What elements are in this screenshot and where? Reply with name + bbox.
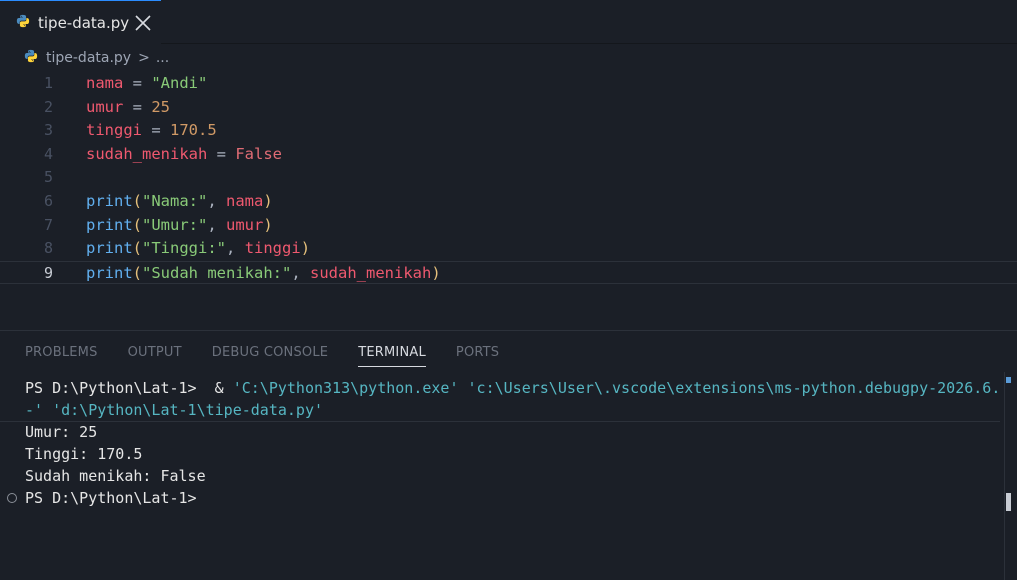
terminal-arg: 'd:\Python\Lat-1\tipe-data.py' [52, 401, 324, 419]
close-icon[interactable] [133, 13, 153, 33]
line-number: 4 [43, 144, 53, 163]
code-token: = [207, 144, 236, 163]
code-token: , [207, 192, 227, 210]
line-number: 1 [43, 74, 53, 92]
breadcrumb-separator: > [138, 50, 150, 66]
tab-problems[interactable]: PROBLEMS [25, 331, 98, 375]
code-line[interactable]: 9 print("Sudah menikah:", sudah_menikah) [0, 260, 1017, 286]
breadcrumb-more[interactable]: ... [156, 50, 169, 66]
code-token: umur [86, 97, 124, 116]
panel-tabs: PROBLEMS OUTPUT DEBUG CONSOLE TERMINAL PORTS [0, 331, 529, 375]
terminal-space [43, 401, 52, 419]
code-token: "Sudah menikah:" [142, 263, 292, 282]
code-token: ( [132, 215, 143, 234]
terminal-scroll-track[interactable] [1004, 372, 1005, 580]
code-editor[interactable]: 1 nama = "Andi" 2 umur = 25 3 tinggi = 170.5 4… [0, 72, 1017, 330]
bottom-panel: PROBLEMS OUTPUT DEBUG CONSOLE TERMINAL PORTS… [0, 330, 1017, 580]
tab-terminal[interactable]: TERMINAL [358, 331, 426, 375]
code-token: ) [431, 263, 441, 282]
terminal-scrollbar-thumb[interactable] [1006, 493, 1011, 511]
code-token: nama [86, 74, 124, 92]
code-token: tinggi [244, 239, 301, 258]
code-text: print("Nama:", nama) [86, 190, 273, 214]
code-line[interactable]: 4 sudah_menikah = False [0, 143, 1017, 167]
terminal-command-line: PS D:\Python\Lat-1> & 'C:\Python313\pyth… [25, 377, 1000, 399]
code-token: ( [132, 239, 143, 258]
command-decoration-icon[interactable] [7, 493, 17, 503]
terminal-prompt: PS D:\Python\Lat-1> & [25, 379, 233, 397]
code-token: umur [226, 215, 264, 234]
line-number: 8 [43, 239, 53, 258]
terminal-output-line: Umur: 25 [25, 423, 98, 441]
line-number: 2 [43, 97, 53, 116]
tab-debug-console[interactable]: DEBUG CONSOLE [212, 331, 328, 375]
code-token: print [86, 239, 133, 258]
code-text: sudah_menikah = False [86, 143, 282, 167]
tab-bar: tipe-data.py [0, 0, 1017, 44]
code-text: print("Tinggi:", tinggi) [86, 237, 310, 261]
line-number: 5 [43, 168, 53, 187]
code-token: print [86, 215, 133, 234]
terminal-prompt-line: PS D:\Python\Lat-1> [25, 489, 197, 507]
line-number: 3 [43, 121, 53, 140]
code-token: "Tinggi:" [142, 239, 227, 258]
terminal-divider [0, 421, 1000, 422]
code-token: ( [132, 263, 143, 282]
code-token: sudah_menikah [310, 263, 432, 282]
code-token: , [226, 239, 245, 258]
line-number: 6 [43, 192, 53, 210]
python-icon [24, 49, 38, 67]
terminal-arg: 'C:\Python313\python.exe' [232, 379, 459, 397]
code-token: tinggi [86, 121, 142, 140]
tab-ports[interactable]: PORTS [456, 331, 499, 375]
line-number: 7 [43, 215, 53, 234]
code-token: "Nama:" [142, 192, 208, 210]
code-token: = [123, 97, 152, 116]
code-token: "Umur:" [142, 215, 208, 234]
code-token: ) [263, 215, 273, 234]
code-line[interactable]: 2 umur = 25 [0, 96, 1017, 120]
tab-tipe-data[interactable]: tipe-data.py [0, 0, 161, 44]
code-text: print("Umur:", umur) [86, 214, 273, 238]
code-token: = [123, 74, 152, 92]
code-token: "Andi" [151, 74, 208, 92]
code-text: print("Sudah menikah:", sudah_menikah) [86, 262, 441, 286]
code-line[interactable]: 1 nama = "Andi" [0, 72, 1017, 96]
code-token: nama [226, 192, 264, 210]
breadcrumb-file[interactable]: tipe-data.py [46, 50, 131, 66]
code-text: tinggi = 170.5 [86, 119, 217, 143]
code-token: False [235, 144, 282, 163]
code-token: print [86, 192, 133, 210]
terminal-output-line: Tinggi: 170.5 [25, 445, 143, 463]
code-token: , [207, 215, 227, 234]
code-token: sudah_menikah [86, 144, 208, 163]
terminal-command-line: -' 'd:\Python\Lat-1\tipe-data.py' [25, 399, 1000, 421]
code-line[interactable]: 8 print("Tinggi:", tinggi) [0, 237, 1017, 261]
line-number: 9 [43, 263, 53, 282]
code-token: ( [132, 192, 143, 210]
terminal-arg: -' [25, 401, 44, 419]
code-line[interactable]: 7 print("Umur:", umur) [0, 214, 1017, 238]
code-text: nama = "Andi" [86, 72, 207, 96]
terminal[interactable]: PS D:\Python\Lat-1> & 'C:\Python313\pyth… [25, 377, 1000, 509]
tab-label: tipe-data.py [38, 13, 130, 32]
code-token: , [291, 263, 310, 282]
terminal-output-line: Sudah menikah: False [25, 467, 206, 485]
code-line[interactable]: 6 print("Nama:", nama) [0, 190, 1017, 214]
code-token: ) [263, 192, 273, 210]
terminal-space [459, 379, 468, 397]
code-token: ) [300, 239, 311, 258]
tab-output[interactable]: OUTPUT [128, 331, 182, 375]
code-token: 170.5 [170, 121, 217, 140]
code-text: umur = 25 [86, 96, 170, 120]
python-icon [16, 13, 30, 32]
scrollbar-marker [1006, 377, 1011, 383]
code-token: = [142, 121, 170, 140]
breadcrumb: tipe-data.py > ... [0, 44, 1017, 72]
code-line[interactable]: 3 tinggi = 170.5 [0, 119, 1017, 143]
code-token: 25 [151, 97, 170, 116]
code-token: print [86, 263, 133, 282]
code-line[interactable]: 5 [0, 166, 1017, 190]
terminal-arg: 'c:\Users\User\.vscode\extensions\ms-pyt… [467, 379, 1001, 397]
